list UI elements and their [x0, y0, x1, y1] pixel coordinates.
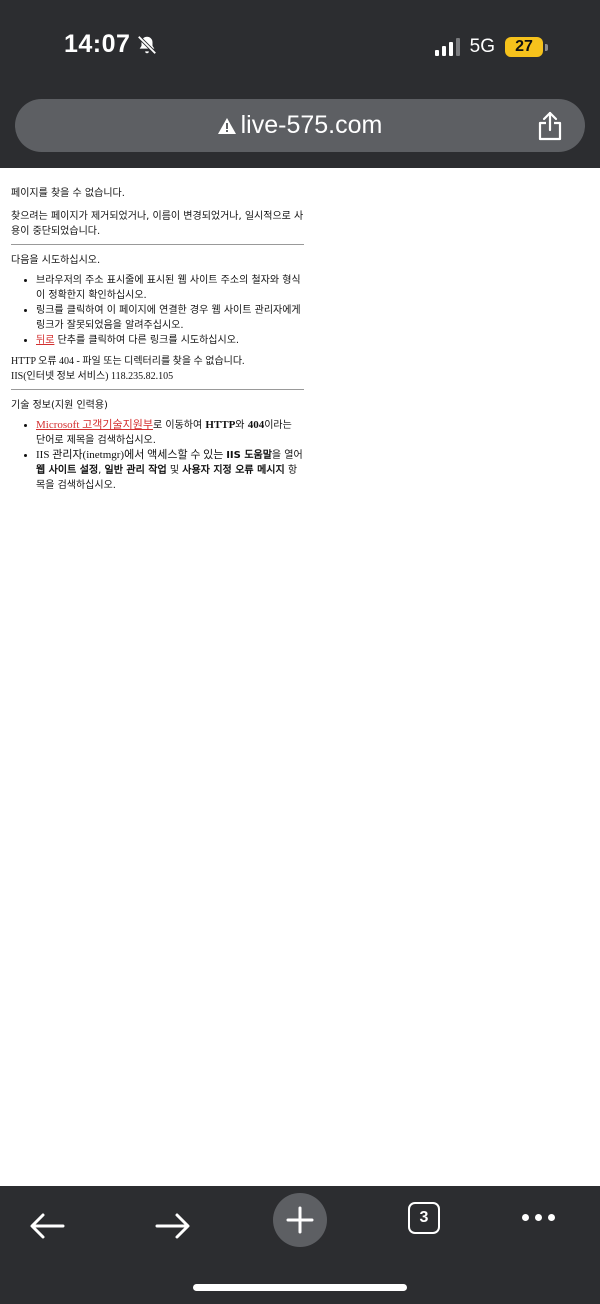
more-button[interactable] — [522, 1214, 555, 1221]
warning-icon — [217, 117, 236, 134]
status-bar-time: 14:07 — [64, 30, 158, 59]
error-description: 찾으려는 페이지가 제거되었거나, 이름이 변경되었거나, 일시적으로 사용이 … — [11, 211, 304, 237]
share-icon[interactable] — [537, 111, 563, 141]
try-list: 브라우저의 주소 표시줄에 표시된 웹 사이트 주소의 철자와 형식이 정확한지… — [11, 273, 304, 348]
list-item: 브라우저의 주소 표시줄에 표시된 웹 사이트 주소의 철자와 형식이 정확한지… — [36, 273, 304, 303]
tabs-button[interactable]: 3 — [408, 1202, 440, 1234]
more-icon-dot — [522, 1214, 529, 1221]
new-tab-button[interactable] — [273, 1193, 327, 1247]
home-indicator[interactable] — [193, 1284, 407, 1291]
address-bar[interactable]: live-575.com — [15, 99, 585, 152]
list-item: Microsoft 고객기술지원부로 이동하여 HTTP와 404이라는 단어로… — [36, 418, 304, 448]
support-link[interactable]: Microsoft 고객기술지원부 — [36, 419, 153, 431]
battery-level: 27 — [505, 37, 543, 57]
tab-count: 3 — [419, 1209, 429, 1226]
network-type: 5G — [469, 36, 495, 57]
divider — [11, 244, 304, 245]
arrow-right-icon — [155, 1213, 190, 1239]
divider — [11, 389, 304, 390]
forward-button[interactable] — [148, 1201, 198, 1251]
page-title: 페이지를 찾을 수 없습니다. — [11, 188, 125, 199]
back-button[interactable] — [22, 1201, 72, 1251]
battery-icon: 27 — [505, 37, 548, 57]
try-heading: 다음을 시도하십시오. — [11, 255, 101, 266]
list-item: 링크를 클릭하여 이 페이지에 연결한 경우 웹 사이트 관리자에게 링크가 잘… — [36, 303, 304, 333]
plus-icon — [286, 1206, 314, 1234]
status-indicators: 5G 27 — [434, 36, 548, 58]
url-text: live-575.com — [240, 111, 383, 139]
signal-icon — [434, 38, 460, 56]
back-link[interactable]: 뒤로 — [36, 335, 54, 346]
http-error-line: HTTP 오류 404 - 파일 또는 디렉터리를 찾을 수 없습니다. — [11, 356, 245, 367]
arrow-left-icon — [30, 1213, 65, 1239]
iis-info-line: IIS(인터넷 정보 서비스) 118.235.82.105 — [11, 371, 174, 382]
clock: 14:07 — [64, 30, 131, 58]
bell-slash-icon — [137, 34, 157, 55]
tech-list: Microsoft 고객기술지원부로 이동하여 HTTP와 404이라는 단어로… — [11, 418, 304, 493]
list-item: 뒤로 단추를 클릭하여 다른 링크를 시도하십시오. — [36, 333, 304, 348]
error-page-content: 페이지를 찾을 수 없습니다. 찾으려는 페이지가 제거되었거나, 이름이 변경… — [11, 186, 304, 493]
browser-top-bar: 14:07 5G 27 live-575.com — [0, 0, 600, 168]
tech-heading: 기술 정보(지원 인력용) — [11, 400, 108, 411]
list-item: IIS 관리자(inetmgr)에서 액세스할 수 있는 IIS 도움말을 열어… — [36, 448, 304, 493]
browser-toolbar: 3 — [0, 1186, 600, 1304]
